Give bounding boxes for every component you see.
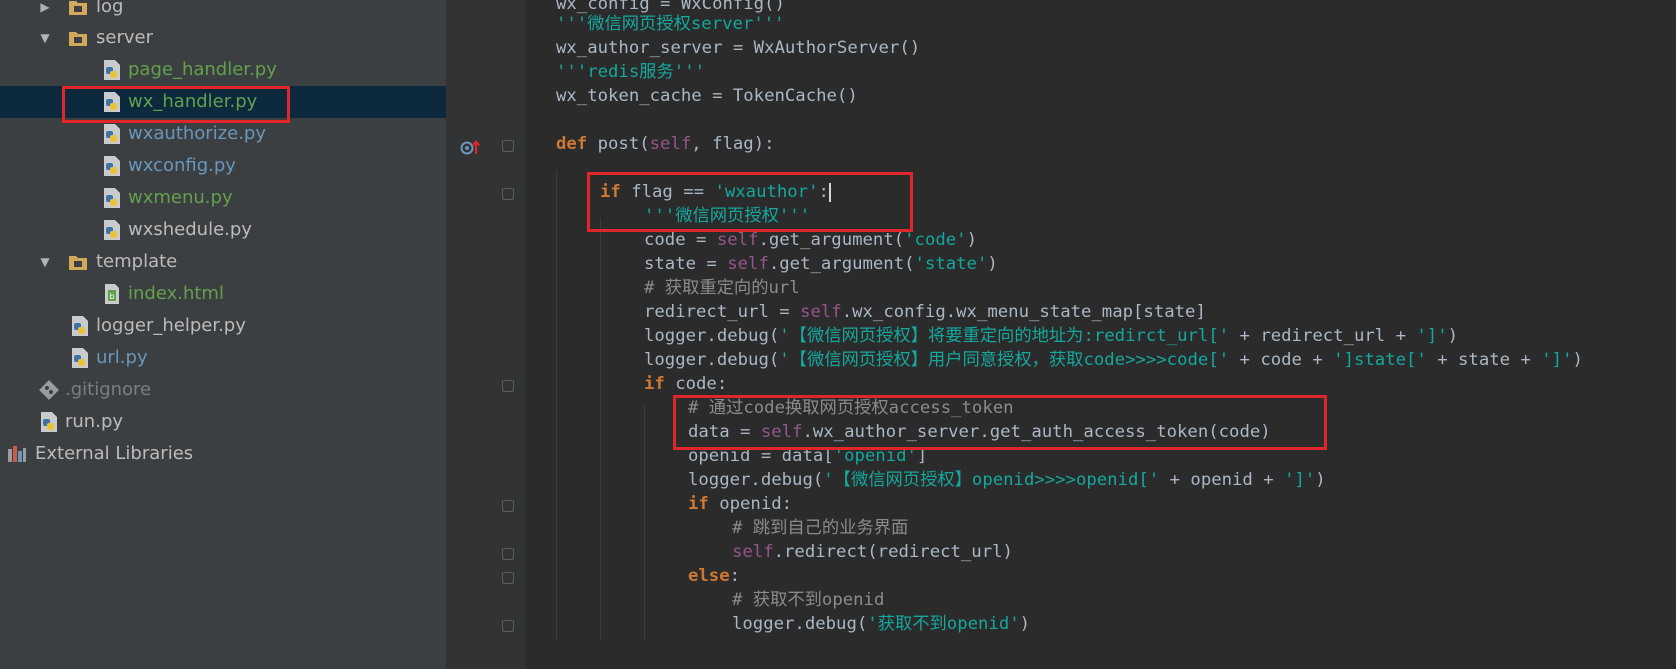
tree-item-url[interactable]: url.py (0, 342, 446, 374)
tree-item-index-html[interactable]: b index.html (0, 278, 446, 310)
tree-item-label: wxconfig.py (128, 155, 236, 176)
code-line: self.redirect(redirect_url) (732, 542, 1013, 562)
fold-marker-icon[interactable] (502, 188, 514, 200)
fold-marker-icon[interactable] (502, 572, 514, 584)
tree-item-label: page_handler.py (128, 59, 277, 80)
project-tree-panel: ▶ log ▼ server page_handler.py wx_handle… (0, 0, 447, 669)
tree-item-label: run.py (65, 411, 124, 432)
tree-item-label: .gitignore (65, 379, 152, 400)
code-line: wx_token_cache = TokenCache() (556, 86, 858, 106)
code-line: logger.debug('【微信网页授权】openid>>>>openid['… (688, 470, 1326, 490)
expand-arrow-icon[interactable]: ▶ (38, 0, 52, 23)
override-method-icon[interactable] (460, 138, 482, 156)
python-file-icon (104, 156, 120, 176)
fold-marker-icon[interactable] (502, 380, 514, 392)
tree-item-logger-helper[interactable]: logger_helper.py (0, 310, 446, 342)
code-line: # 通过code换取网页授权access_token (688, 398, 1014, 418)
tree-item-wxconfig[interactable]: wxconfig.py (0, 150, 446, 182)
tree-item-label: index.html (128, 283, 224, 304)
folder-icon (69, 1, 87, 15)
tree-item-label: wx_handler.py (128, 91, 258, 112)
folder-icon (69, 256, 87, 270)
python-file-icon (104, 92, 120, 112)
code-line: # 获取重定向的url (644, 278, 800, 298)
python-file-icon (41, 412, 57, 432)
tree-item-wxmenu[interactable]: wxmenu.py (0, 182, 446, 214)
code-line: if openid: (688, 494, 793, 514)
code-line: data = self.wx_author_server.get_auth_ac… (688, 422, 1271, 442)
code-line: logger.debug('【微信网页授权】用户同意授权，获取code>>>>c… (644, 350, 1583, 370)
code-line: if flag == 'wxauthor': (600, 182, 831, 202)
html-file-icon: b (105, 284, 119, 304)
code-line: state = self.get_argument('state') (644, 254, 998, 274)
tree-item-page-handler[interactable]: page_handler.py (0, 54, 446, 86)
python-file-icon (72, 316, 88, 336)
text-cursor (828, 182, 831, 202)
indent-guide (644, 404, 645, 640)
svg-text:b: b (110, 292, 115, 301)
code-line: else: (688, 566, 741, 586)
code-line: '''微信网页授权''' (644, 206, 811, 226)
tree-item-label: log (96, 0, 124, 17)
tree-item-wxshedule[interactable]: wxshedule.py (0, 214, 446, 246)
code-line: redirect_url = self.wx_config.wx_menu_st… (644, 302, 1206, 322)
tree-item-label: External Libraries (35, 443, 194, 464)
fold-marker-icon[interactable] (502, 548, 514, 560)
indent-guide (556, 170, 557, 640)
collapse-arrow-icon[interactable]: ▼ (38, 246, 52, 278)
python-file-icon (104, 188, 120, 208)
python-file-icon (104, 124, 120, 144)
code-editor[interactable]: wx_config = WxConfig() '''微信网页授权server''… (525, 0, 1676, 669)
python-file-icon (104, 220, 120, 240)
git-file-icon (39, 380, 59, 400)
tree-item-run[interactable]: run.py (0, 406, 446, 438)
collapse-arrow-icon[interactable]: ▼ (38, 22, 52, 54)
python-file-icon (72, 348, 88, 368)
tree-item-gitignore[interactable]: .gitignore (0, 374, 446, 406)
tree-item-wxauthorize[interactable]: wxauthorize.py (0, 118, 446, 150)
folder-icon (69, 32, 87, 46)
tree-item-external-libraries[interactable]: External Libraries (0, 438, 446, 470)
code-line: # 获取不到openid (732, 590, 885, 610)
fold-marker-icon[interactable] (502, 140, 514, 152)
tree-item-label: wxauthorize.py (128, 123, 267, 144)
tree-item-log[interactable]: ▶ log (0, 0, 446, 23)
indent-guide (600, 218, 601, 640)
code-line: # 跳到自己的业务界面 (732, 518, 909, 538)
tree-item-label: template (96, 251, 178, 272)
code-line: logger.debug('【微信网页授权】将要重定向的地址为:redirct_… (644, 326, 1459, 346)
tree-item-server[interactable]: ▼ server (0, 22, 446, 54)
code-line: wx_author_server = WxAuthorServer() (556, 38, 921, 58)
library-icon (8, 446, 26, 462)
fold-marker-icon[interactable] (502, 500, 514, 512)
code-line: '''微信网页授权server''' (556, 14, 785, 34)
tree-item-label: wxshedule.py (128, 219, 252, 240)
code-line: '''redis服务''' (556, 62, 706, 82)
code-line: def post(self, flag): (556, 134, 775, 154)
code-line: code = self.get_argument('code') (644, 230, 977, 250)
code-line: openid = data['openid'] (688, 446, 928, 466)
editor-gutter (447, 0, 525, 669)
tree-item-wx-handler[interactable]: wx_handler.py (0, 86, 446, 118)
tree-item-template[interactable]: ▼ template (0, 246, 446, 278)
tree-item-label: wxmenu.py (128, 187, 233, 208)
tree-item-label: server (96, 27, 153, 48)
tree-item-label: url.py (96, 347, 148, 368)
tree-item-label: logger_helper.py (96, 315, 246, 336)
python-file-icon (104, 60, 120, 80)
fold-marker-icon[interactable] (502, 620, 514, 632)
code-line: logger.debug('获取不到openid') (732, 614, 1031, 634)
code-line: if code: (644, 374, 728, 394)
